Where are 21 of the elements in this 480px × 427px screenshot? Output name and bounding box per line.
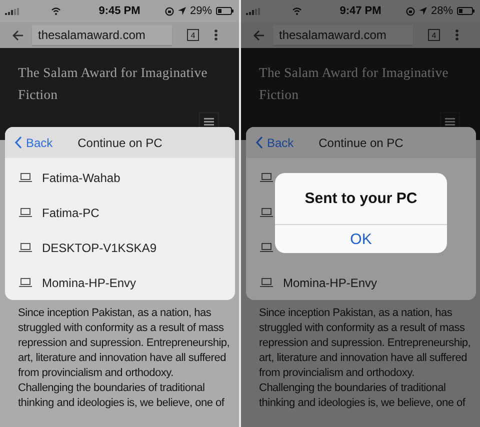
- site-title: The Salam Award for Imaginative Fiction: [258, 64, 450, 104]
- site-title: The Salam Award for Imaginative Fiction: [17, 64, 208, 104]
- device-item[interactable]: DESKTOP-V1KSKA9: [5, 230, 235, 265]
- status-time: 9:47 PM: [340, 5, 382, 17]
- device-item[interactable]: Fatima-Wahab: [5, 160, 235, 195]
- alert-message: Sent to your PC: [304, 190, 418, 207]
- address-field[interactable]: thesalamaward.com: [32, 25, 172, 45]
- back-button[interactable]: Back: [15, 136, 53, 150]
- tab-count-button[interactable]: 4: [187, 29, 199, 41]
- device-item[interactable]: Momina-HP-Envy: [5, 265, 235, 300]
- sheet-title: Continue on PC: [78, 136, 162, 150]
- device-item[interactable]: Fatima-PC: [5, 195, 235, 230]
- battery-percent: 28%: [430, 5, 453, 17]
- status-time: 9:45 PM: [98, 5, 140, 17]
- address-field[interactable]: thesalamaward.com: [273, 25, 413, 45]
- sheet-title: Continue on PC: [318, 136, 404, 150]
- body-paragraph: Since inception Pakistan, as a nation, has struggled with conformity as a result of mass repression and supression. Entrepreneurship, art, literature and innovation have all suffered from provincialism and orthodoxy. Challenging the boundaries of traditional thinking and ideologies is, we believe, one of: [259, 306, 472, 411]
- ok-button[interactable]: OK: [275, 225, 447, 253]
- battery-percent: 29%: [190, 5, 212, 17]
- body-paragraph: Since inception Pakistan, as a nation, has struggled with conformity as a result of mass repression and supression. Entrepreneurship, art, literature and innovation have all suffered from provincialism and orthodoxy. Challenging the boundaries of traditional thinking and ideologies is, we believe, one of: [18, 306, 231, 411]
- device-item[interactable]: Momina-HP-Envy: [246, 265, 476, 300]
